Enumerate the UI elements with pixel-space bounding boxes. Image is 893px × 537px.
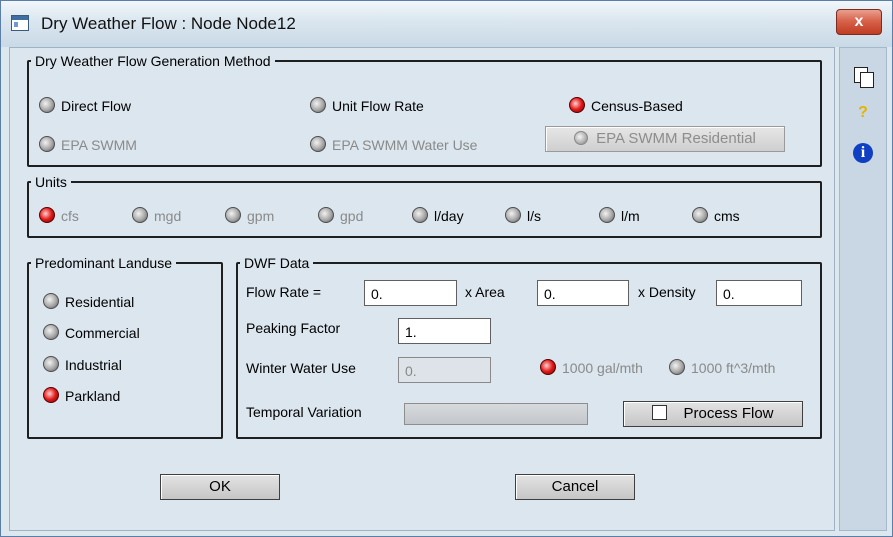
method-legend: Dry Weather Flow Generation Method [35, 53, 271, 69]
winter-water-use-label: Winter Water Use [246, 360, 356, 376]
radio-label: gpm [247, 208, 275, 224]
ok-button[interactable]: OK [160, 474, 280, 500]
radio-dot-selected [569, 97, 585, 113]
flow-rate-input[interactable]: 0. [364, 280, 457, 306]
radio-dot [669, 359, 685, 375]
info-icon: i [853, 143, 873, 163]
radio-label: Unit Flow Rate [332, 98, 424, 114]
radio-dot [43, 324, 59, 340]
winter-water-use-input[interactable]: 0. [398, 357, 491, 383]
process-flow-checkbox[interactable] [652, 405, 668, 420]
radio-unit-lday[interactable]: l/day [412, 207, 464, 224]
radio-dot [310, 97, 326, 113]
window-icon [11, 15, 29, 31]
radio-landuse-commercial[interactable]: Commercial [43, 324, 140, 341]
radio-unit-flow-rate[interactable]: Unit Flow Rate [310, 97, 424, 114]
temporal-variation-dropdown[interactable] [404, 403, 588, 425]
landuse-legend: Predominant Landuse [35, 255, 172, 271]
radio-label: mgd [154, 208, 182, 224]
radio-dot [43, 293, 59, 309]
radio-unit-lm[interactable]: l/m [599, 207, 640, 224]
radio-direct-flow[interactable]: Direct Flow [39, 97, 131, 114]
help-icon: ? [858, 104, 868, 121]
radio-label: gpd [340, 208, 364, 224]
radio-label: Direct Flow [61, 98, 132, 114]
dialog-body: Dry Weather Flow Generation Method Direc… [9, 47, 835, 531]
title-bar[interactable]: Dry Weather Flow : Node Node12 x [1, 1, 892, 47]
radio-dot [39, 136, 55, 152]
radio-unit-cms[interactable]: cms [692, 207, 740, 224]
epa-swmm-residential-button[interactable]: EPA SWMM Residential [545, 126, 785, 152]
process-flow-button[interactable]: Process Flow [623, 401, 803, 427]
radio-dot [505, 207, 521, 223]
temporal-variation-label: Temporal Variation [246, 404, 362, 420]
radio-dot [310, 136, 326, 152]
radio-label: l/m [621, 208, 640, 224]
radio-label: cms [714, 208, 740, 224]
copy-button[interactable] [851, 64, 875, 88]
radio-landuse-industrial[interactable]: Industrial [43, 356, 122, 373]
radio-unit-gpm[interactable]: gpm [225, 207, 274, 224]
close-button[interactable]: x [836, 9, 882, 35]
radio-label: l/s [527, 208, 541, 224]
radio-epa-swmm-water-use[interactable]: EPA SWMM Water Use [310, 136, 477, 153]
radio-epa-swmm[interactable]: EPA SWMM [39, 136, 137, 153]
radio-1000-ft3-mth[interactable]: 1000 ft^3/mth [669, 359, 775, 376]
radio-landuse-residential[interactable]: Residential [43, 293, 134, 310]
info-button[interactable]: i [851, 140, 875, 164]
radio-dot-selected [39, 207, 55, 223]
peaking-factor-label: Peaking Factor [246, 320, 341, 336]
density-input[interactable]: 0. [716, 280, 802, 306]
radio-dot-selected [43, 387, 59, 403]
radio-label: cfs [61, 208, 79, 224]
copy-icon-front [860, 72, 874, 88]
radio-dot [574, 131, 589, 145]
units-group: Units [27, 174, 822, 238]
area-label: x Area [465, 284, 505, 300]
radio-dot [599, 207, 615, 223]
radio-dot [132, 207, 148, 223]
radio-label: Commercial [65, 325, 140, 341]
cancel-button[interactable]: Cancel [515, 474, 635, 500]
area-input[interactable]: 0. [537, 280, 629, 306]
flow-rate-label: Flow Rate = [246, 284, 322, 300]
button-label: EPA SWMM Residential [596, 130, 756, 147]
radio-label: Industrial [65, 357, 122, 373]
dwf-legend: DWF Data [244, 255, 310, 271]
radio-unit-mgd[interactable]: mgd [132, 207, 181, 224]
radio-dot [412, 207, 428, 223]
radio-label: Census-Based [591, 98, 683, 114]
radio-unit-gpd[interactable]: gpd [318, 207, 363, 224]
radio-unit-cfs[interactable]: cfs [39, 207, 79, 224]
side-toolbar: ? i [839, 47, 887, 531]
radio-dot [318, 207, 334, 223]
help-button[interactable]: ? [851, 100, 875, 124]
landuse-group: Predominant Landuse [27, 255, 223, 439]
radio-unit-ls[interactable]: l/s [505, 207, 541, 224]
units-legend: Units [35, 174, 67, 190]
peaking-factor-input[interactable]: 1. [398, 318, 491, 344]
density-label: x Density [638, 284, 696, 300]
radio-dot [692, 207, 708, 223]
radio-dot [43, 356, 59, 372]
radio-label: l/day [434, 208, 464, 224]
dialog-window: Dry Weather Flow : Node Node12 x ? i Dry… [0, 0, 893, 537]
window-title: Dry Weather Flow : Node Node12 [41, 14, 296, 33]
radio-label: Parkland [65, 388, 121, 404]
radio-dot [39, 97, 55, 113]
radio-label: 1000 ft^3/mth [691, 360, 776, 376]
radio-census-based[interactable]: Census-Based [569, 97, 683, 114]
radio-label: EPA SWMM Water Use [332, 137, 478, 153]
radio-dot-selected [540, 359, 556, 375]
radio-label: EPA SWMM [61, 137, 137, 153]
radio-1000-gal-mth[interactable]: 1000 gal/mth [540, 359, 643, 376]
radio-label: 1000 gal/mth [562, 360, 643, 376]
radio-landuse-parkland[interactable]: Parkland [43, 387, 120, 404]
button-label: Process Flow [683, 405, 774, 422]
radio-label: Residential [65, 294, 135, 310]
radio-dot [225, 207, 241, 223]
